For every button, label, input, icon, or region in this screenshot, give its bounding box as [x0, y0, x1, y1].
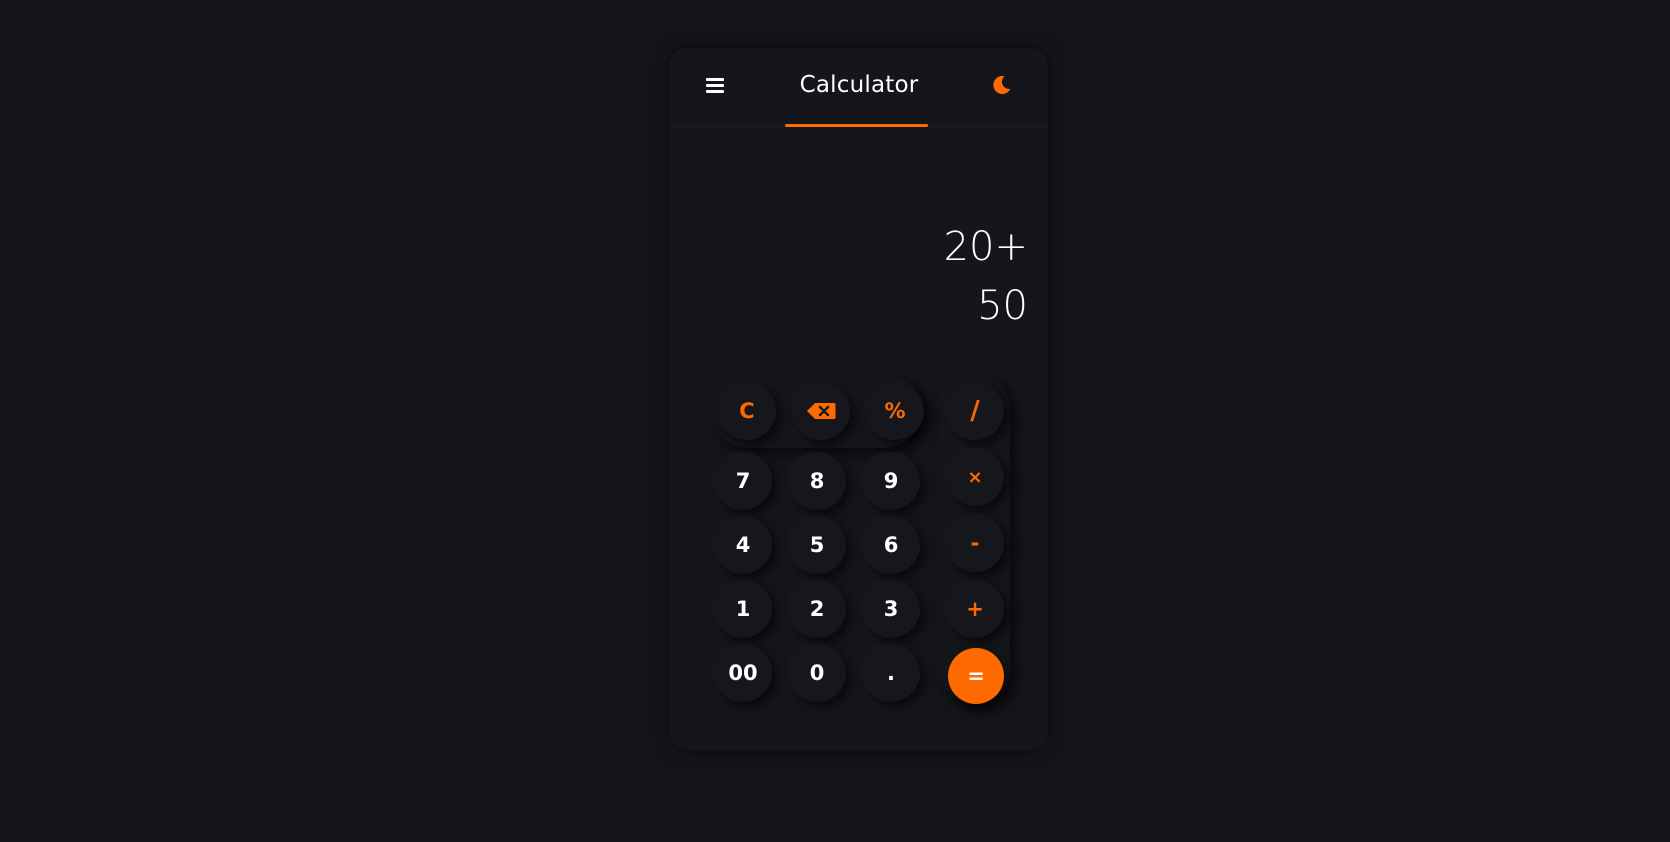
digit-9-button[interactable]: 9 — [862, 452, 920, 510]
result-line: 50 — [977, 283, 1028, 329]
digit-7-button[interactable]: 7 — [714, 452, 772, 510]
calculator-app: Calculator 20+ 50 C % 7 8 9 4 5 6 1 2 3 … — [670, 48, 1048, 750]
digit-4-button[interactable]: 4 — [714, 516, 772, 574]
clear-button[interactable]: C — [718, 382, 776, 440]
decimal-point-button[interactable]: . — [862, 644, 920, 702]
digit-2-button[interactable]: 2 — [788, 580, 846, 638]
equals-button[interactable]: = — [948, 648, 1004, 704]
digit-6-button[interactable]: 6 — [862, 516, 920, 574]
double-zero-button[interactable]: 00 — [714, 644, 772, 702]
divide-button[interactable]: / — [946, 382, 1004, 440]
digit-8-button[interactable]: 8 — [788, 452, 846, 510]
add-button[interactable]: + — [946, 580, 1004, 638]
expression-line: 20+ — [943, 224, 1028, 270]
moon-icon[interactable] — [990, 74, 1012, 96]
calculator-display: 20+ 50 — [944, 218, 1028, 336]
calculator-header: Calculator — [670, 48, 1048, 127]
digit-5-button[interactable]: 5 — [788, 516, 846, 574]
digit-0-button[interactable]: 0 — [788, 644, 846, 702]
digit-3-button[interactable]: 3 — [862, 580, 920, 638]
subtract-button[interactable]: - — [946, 514, 1004, 572]
digit-1-button[interactable]: 1 — [714, 580, 772, 638]
backspace-icon — [807, 403, 836, 419]
multiply-button[interactable]: × — [946, 448, 1004, 506]
title-underline — [785, 124, 928, 127]
keys-panel: C % 7 8 9 4 5 6 1 2 3 00 0 . — [710, 374, 924, 720]
percent-button[interactable]: % — [866, 382, 924, 440]
backspace-button[interactable] — [792, 382, 850, 440]
